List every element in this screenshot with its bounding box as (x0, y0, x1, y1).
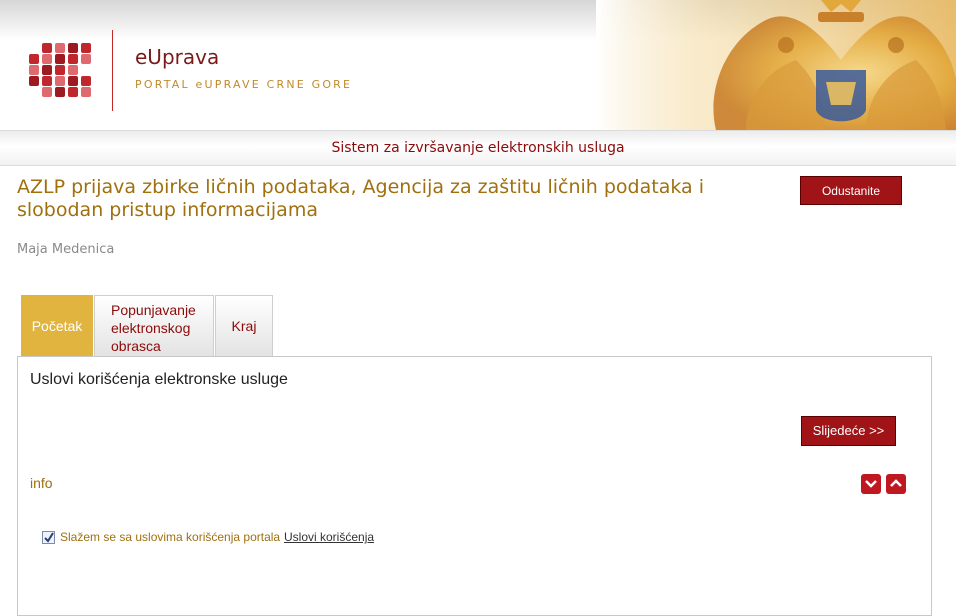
logo-square (55, 54, 65, 64)
logo-square (55, 87, 65, 97)
logo-square (68, 54, 78, 64)
logo-square (68, 43, 78, 53)
agree-checkbox[interactable] (42, 531, 55, 544)
logo-square (55, 43, 65, 53)
info-label: info (30, 475, 53, 491)
tab-popunjavanje[interactable]: Popunjavanje elektronskog obrasca (94, 295, 214, 356)
checkmark-icon (44, 532, 54, 543)
logo-square (42, 87, 52, 97)
logo-square (42, 65, 52, 75)
logo-square (42, 76, 52, 86)
page-title: AZLP prijava zbirke ličnih podataka, Age… (17, 176, 704, 221)
next-button[interactable]: Slijedeće >> (801, 416, 896, 446)
user-name: Maja Medenica (17, 242, 115, 257)
tab-popunjavanje-line1: Popunjavanje (111, 302, 196, 318)
panel-title: Uslovi korišćenja elektronske usluge (30, 371, 288, 388)
tab-kraj[interactable]: Kraj (215, 295, 273, 356)
cancel-button[interactable]: Odustanite (800, 176, 902, 205)
chevron-up-icon (890, 479, 902, 487)
tab-popunjavanje-line2: elektronskog (111, 320, 191, 336)
logo-square (68, 87, 78, 97)
header: eUprava PORTAL eUPRAVE CRNE GORE (0, 0, 956, 130)
service-bar: Sistem za izvršavanje elektronskih uslug… (0, 130, 956, 166)
content-panel (17, 356, 932, 616)
montenegro-coat-of-arms-icon (596, 0, 956, 130)
collapse-down-button[interactable] (861, 474, 881, 494)
logo-square (81, 76, 91, 86)
terms-link[interactable]: Uslovi korišćenja (284, 530, 374, 544)
logo-square (55, 65, 65, 75)
logo-square (29, 65, 39, 75)
logo-square (81, 87, 91, 97)
logo-square (68, 65, 78, 75)
logo-square (29, 76, 39, 86)
logo-square (42, 54, 52, 64)
logo-square (29, 54, 39, 64)
chevron-down-icon (865, 480, 877, 488)
logo-square (81, 43, 91, 53)
logo-square (55, 76, 65, 86)
brand-title: eUprava (135, 45, 220, 69)
logo-square (81, 54, 91, 64)
logo-square (68, 76, 78, 86)
tab-pocetak[interactable]: Početak (21, 295, 93, 356)
header-divider (112, 30, 113, 111)
tab-popunjavanje-line3: obrasca (111, 338, 161, 354)
eUprava-logo-icon[interactable] (29, 43, 93, 99)
brand-subtitle: PORTAL eUPRAVE CRNE GORE (135, 78, 353, 91)
agree-label: Slažem se sa uslovima korišćenja portala (60, 530, 281, 544)
logo-square (42, 43, 52, 53)
expand-up-button[interactable] (886, 474, 906, 494)
